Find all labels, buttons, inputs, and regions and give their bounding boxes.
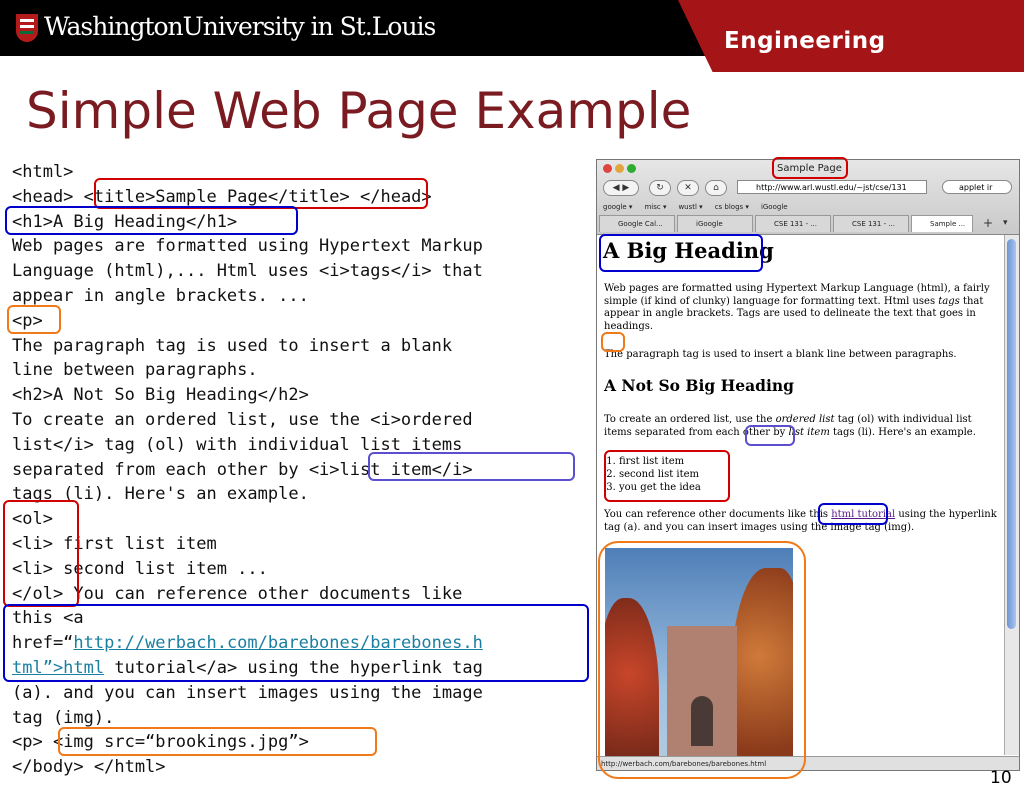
scrollbar-thumb[interactable] [1007, 239, 1016, 629]
code-line: Language (html),... Html uses <i>tags</i… [12, 261, 483, 282]
stop-button[interactable]: ✕ [677, 180, 699, 196]
highlight-img-tag [58, 727, 377, 756]
highlight-list-item-tag [368, 452, 575, 481]
paragraph-text: Web pages are formatted using Hypertext … [604, 283, 990, 307]
code-line: tag (img). [12, 707, 115, 728]
rendered-paragraph-1: Web pages are formatted using Hypertext … [604, 283, 998, 333]
code-line: <head> [12, 186, 84, 207]
code-line: </ol> You can reference other documents … [12, 583, 463, 604]
paragraph-text: You can reference other documents like t… [604, 509, 832, 520]
highlight-rendered-p [601, 332, 625, 352]
paragraph-emphasis: ordered list [775, 414, 835, 425]
code-line: (a). and you can insert images using the… [12, 682, 483, 703]
bookmark-item[interactable]: iGoogle [761, 203, 788, 211]
code-line: separated from each other by [12, 459, 309, 480]
rendered-paragraph-3: To create an ordered list, use the order… [604, 414, 998, 439]
paragraph-text: To create an ordered list, use the [604, 414, 776, 425]
bookmarks-bar: google ▾ misc ▾ wustl ▾ cs blogs ▾ iGoogle [603, 203, 800, 211]
zoom-window-icon[interactable] [627, 164, 636, 173]
vertical-scrollbar[interactable] [1004, 235, 1019, 755]
close-window-icon[interactable] [603, 164, 612, 173]
code-line: Web pages are formatted using Hypertext … [12, 236, 483, 257]
highlight-rendered-image [598, 541, 806, 779]
tab-igoogle[interactable]: iGoogle [677, 215, 753, 232]
tab-cse131-a[interactable]: CSE 131 - ... [755, 215, 831, 232]
code-line: <h2>A Not So Big Heading</h2> [12, 385, 309, 406]
highlight-anchor-tag [3, 604, 589, 682]
rendered-paragraph-2: The paragraph tag is used to insert a bl… [604, 349, 957, 360]
highlight-title-tag [94, 178, 428, 209]
home-button[interactable]: ⌂ [705, 180, 727, 196]
new-tab-plus-icon[interactable]: + [983, 216, 993, 230]
tab-list-icon[interactable]: ▾ [1003, 218, 1008, 228]
code-line: <html> [12, 162, 74, 182]
search-bar[interactable]: applet ir [942, 180, 1012, 194]
bookmark-item[interactable]: misc ▾ [644, 203, 666, 211]
highlight-h1-tag [5, 206, 298, 235]
highlight-window-title [772, 157, 848, 179]
minimize-window-icon[interactable] [615, 164, 624, 173]
school-name: Engineering [724, 28, 886, 54]
code-line: </body> </html> [12, 757, 166, 778]
reload-button[interactable]: ↻ [649, 180, 671, 196]
code-line: appear in angle brackets. ... [12, 285, 309, 306]
paragraph-emphasis: tags [938, 295, 960, 307]
bookmark-item[interactable]: google ▾ [603, 203, 632, 211]
slide-title: Simple Web Page Example [26, 82, 692, 140]
back-forward-button[interactable]: ◀ ▶ [603, 180, 639, 196]
tab-sample-page[interactable]: Sample ... [911, 215, 973, 232]
paragraph-text: tags (li). Here's an example. [829, 426, 976, 438]
highlight-rendered-list [604, 450, 730, 502]
tab-google-calendar[interactable]: Google Cal... [599, 215, 675, 232]
code-line: line between paragraphs. [12, 360, 258, 381]
code-line: <p> [12, 732, 53, 753]
code-line: The paragraph tag is used to insert a bl… [12, 335, 453, 356]
code-line: To create an ordered list, use the <i>or… [12, 409, 473, 430]
highlight-ol-tags [3, 500, 79, 607]
university-name: WashingtonUniversity in St.Louis [44, 12, 436, 41]
tab-cse131-b[interactable]: CSE 131 - ... [833, 215, 909, 232]
page-number: 10 [990, 768, 1012, 788]
rendered-paragraph-4: You can reference other documents like t… [604, 509, 998, 534]
engineering-band: Engineering [678, 0, 1024, 72]
highlight-rendered-link [818, 503, 888, 525]
bookmark-item[interactable]: cs blogs ▾ [715, 203, 749, 211]
shield-logo-icon [16, 14, 38, 42]
bookmark-item[interactable]: wustl ▾ [678, 203, 702, 211]
highlight-p-tag [7, 305, 61, 334]
rendered-h2: A Not So Big Heading [604, 376, 795, 395]
highlight-rendered-h1 [599, 234, 763, 272]
highlight-rendered-list-item [745, 425, 795, 446]
tab-strip: Google Cal... iGoogle CSE 131 - ... CSE … [597, 215, 1019, 233]
address-bar[interactable]: http://www.arl.wustl.edu/~jst/cse/131 [737, 180, 927, 194]
